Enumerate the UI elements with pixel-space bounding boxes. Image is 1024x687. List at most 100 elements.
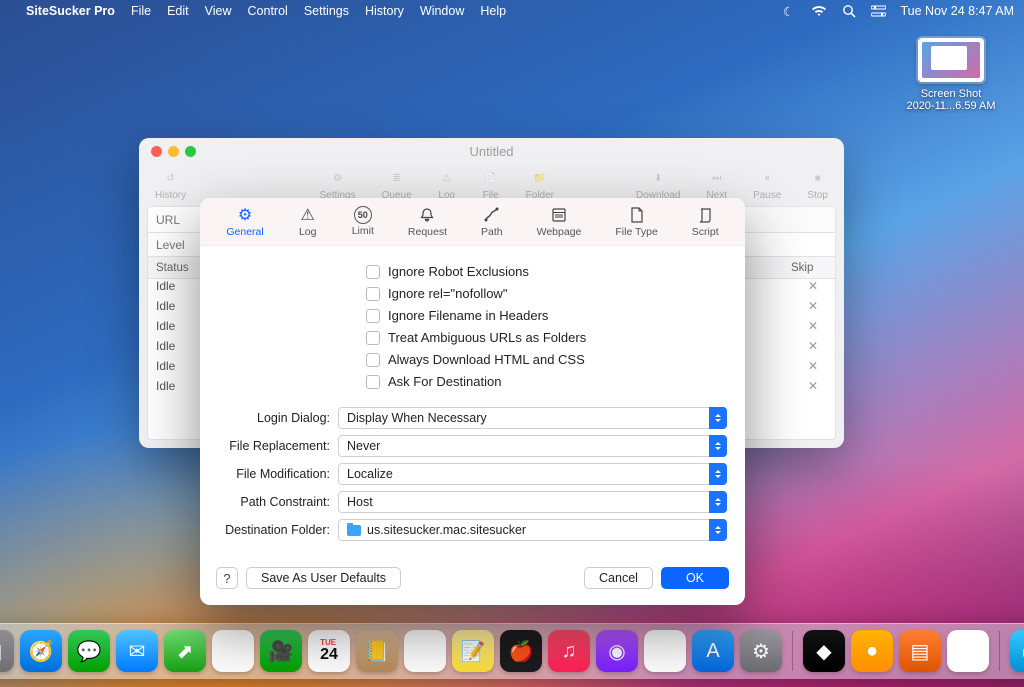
menu-settings[interactable]: Settings (304, 4, 349, 18)
skip-icon[interactable]: ✕ (791, 279, 835, 299)
dock-appstore[interactable]: A (692, 630, 734, 672)
check-ignore-robots[interactable]: Ignore Robot Exclusions (366, 264, 727, 279)
do-not-disturb-icon[interactable]: ☾ (781, 3, 797, 19)
script-icon (695, 205, 715, 225)
toolbar-folder[interactable]: 📁Folder (526, 170, 554, 201)
file-modification-select[interactable]: Localize (338, 463, 727, 485)
menu-edit[interactable]: Edit (167, 4, 189, 18)
skip-icon[interactable]: ✕ (791, 379, 835, 399)
toolbar-log[interactable]: ⚠Log (438, 170, 456, 201)
checkbox[interactable] (366, 265, 380, 279)
dock-safari[interactable]: 🧭 (20, 630, 62, 672)
settings-tabs: ⚙General ⚠Log 50Limit Request Path Webpa… (200, 198, 745, 246)
dock-app-c[interactable]: ▤ (899, 630, 941, 672)
checkbox[interactable] (366, 375, 380, 389)
window-minimize-button[interactable] (168, 146, 179, 157)
document-icon (627, 205, 647, 225)
check-ignore-filename[interactable]: Ignore Filename in Headers (366, 308, 727, 323)
menubar-clock[interactable]: Tue Nov 24 8:47 AM (901, 4, 1015, 18)
skip-icon[interactable]: ✕ (791, 339, 835, 359)
skip-icon[interactable]: ✕ (791, 359, 835, 379)
gear-icon: ⚙ (235, 205, 255, 225)
toolbar-settings[interactable]: ⚙Settings (319, 170, 355, 201)
dock-tv[interactable]: 🍎 (500, 630, 542, 672)
dock-messages[interactable]: 💬 (68, 630, 110, 672)
menu-control[interactable]: Control (248, 4, 288, 18)
checkbox[interactable] (366, 287, 380, 301)
wifi-icon[interactable] (811, 3, 827, 19)
dock-reminders[interactable]: ☰ (404, 630, 446, 672)
dock-mail[interactable]: ✉ (116, 630, 158, 672)
menu-view[interactable]: View (205, 4, 232, 18)
tab-script[interactable]: Script (686, 201, 725, 242)
toolbar-stop[interactable]: ■Stop (807, 170, 828, 201)
toolbar-file[interactable]: 📄File (482, 170, 500, 201)
dock-launchpad[interactable]: ▦ (0, 630, 14, 672)
dock-app-a[interactable]: ◆ (803, 630, 845, 672)
path-icon (482, 205, 502, 225)
path-constraint-select[interactable]: Host (338, 491, 727, 513)
checkbox[interactable] (366, 331, 380, 345)
toolbar-pause[interactable]: ⏸Pause (753, 170, 781, 201)
window-close-button[interactable] (151, 146, 162, 157)
toolbar-history[interactable]: ↺History (155, 170, 186, 201)
dock-maps[interactable]: ⬈ (164, 630, 206, 672)
dock-calendar[interactable]: TUE24 (308, 630, 350, 672)
check-always-download[interactable]: Always Download HTML and CSS (366, 352, 727, 367)
menu-help[interactable]: Help (480, 4, 506, 18)
file-replacement-select[interactable]: Never (338, 435, 727, 457)
login-dialog-label: Login Dialog: (218, 411, 338, 425)
dock-system-preferences[interactable]: ⚙ (740, 630, 782, 672)
check-ignore-nofollow[interactable]: Ignore rel="nofollow" (366, 286, 727, 301)
desktop-file-name-line1: Screen Shot (906, 88, 996, 100)
tab-general[interactable]: ⚙General (220, 201, 269, 242)
check-ask-destination[interactable]: Ask For Destination (366, 374, 727, 389)
chevron-updown-icon (709, 435, 727, 457)
login-dialog-select[interactable]: Display When Necessary (338, 407, 727, 429)
window-title: Untitled (469, 144, 513, 159)
skip-icon[interactable]: ✕ (791, 319, 835, 339)
check-ambiguous-urls[interactable]: Treat Ambiguous URLs as Folders (366, 330, 727, 345)
toolbar-download[interactable]: ⬇Download (636, 170, 680, 201)
save-as-defaults-button[interactable]: Save As User Defaults (246, 567, 401, 589)
dock-photos[interactable]: ✿ (212, 630, 254, 672)
toolbar-queue[interactable]: ≣Queue (382, 170, 412, 201)
dock-recent-folder[interactable]: ▭ (1010, 630, 1024, 672)
desktop-screenshot-file[interactable]: Screen Shot 2020-11...6.59 AM (906, 38, 996, 112)
dock-notes[interactable]: 📝 (452, 630, 494, 672)
help-button[interactable]: ? (216, 567, 238, 589)
window-zoom-button[interactable] (185, 146, 196, 157)
ok-button[interactable]: OK (661, 567, 729, 589)
menu-file[interactable]: File (131, 4, 151, 18)
file-modification-label: File Modification: (218, 467, 338, 481)
dock-news[interactable]: N (644, 630, 686, 672)
tab-log[interactable]: ⚠Log (292, 201, 324, 242)
status-header: Status (148, 257, 208, 278)
dock-app-b[interactable]: ● (851, 630, 893, 672)
menu-history[interactable]: History (365, 4, 404, 18)
control-center-icon[interactable] (871, 3, 887, 19)
checkbox[interactable] (366, 309, 380, 323)
tab-filetype[interactable]: File Type (609, 201, 663, 242)
destination-folder-label: Destination Folder: (218, 523, 338, 537)
dock-sitesucker[interactable]: ◡ (947, 630, 989, 672)
tab-webpage[interactable]: Webpage (531, 201, 588, 242)
app-name-menu[interactable]: SiteSucker Pro (26, 4, 115, 18)
tab-path[interactable]: Path (475, 201, 509, 242)
dock-contacts[interactable]: 📒 (356, 630, 398, 672)
cancel-button[interactable]: Cancel (584, 567, 653, 589)
toolbar-next[interactable]: ⏭Next (707, 170, 728, 201)
skip-icon[interactable]: ✕ (791, 299, 835, 319)
spotlight-icon[interactable] (841, 3, 857, 19)
destination-folder-select[interactable]: us.sitesucker.mac.sitesucker (338, 519, 727, 541)
chevron-updown-icon (709, 491, 727, 513)
dock: 🙂 ▦ 🧭 💬 ✉ ⬈ ✿ 🎥 TUE24 📒 ☰ 📝 🍎 ♫ ◉ N A ⚙ … (0, 623, 1024, 679)
menu-window[interactable]: Window (420, 4, 464, 18)
tab-limit[interactable]: 50Limit (346, 202, 380, 241)
dock-podcasts[interactable]: ◉ (596, 630, 638, 672)
dock-music[interactable]: ♫ (548, 630, 590, 672)
tab-request[interactable]: Request (402, 201, 453, 242)
desktop-file-name-line2: 2020-11...6.59 AM (906, 100, 996, 112)
dock-facetime[interactable]: 🎥 (260, 630, 302, 672)
checkbox[interactable] (366, 353, 380, 367)
